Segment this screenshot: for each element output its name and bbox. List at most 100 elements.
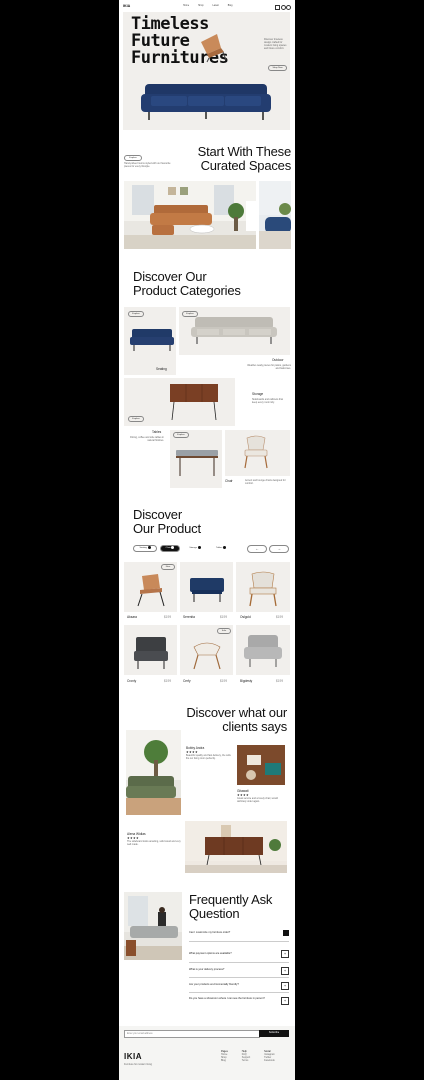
chair-image [244,435,268,469]
spaces-title-line-2: Curated Spaces [200,158,292,173]
product-image-aksara [137,574,165,607]
filter-chair-active[interactable]: Chair [160,545,180,552]
tables-bench-image [176,450,218,476]
cart-icon[interactable] [275,5,280,10]
nav-home[interactable]: Home [183,5,189,7]
category-card-outdoor[interactable]: Explore [179,307,290,355]
nav-latest[interactable]: Latest [213,5,219,7]
filter-seating-label: Seating [139,547,147,550]
subscribe-input[interactable]: Enter your email address [124,1030,260,1038]
faq-question: Are your products environmentally friend… [189,983,239,986]
plus-icon[interactable]: + [281,950,289,958]
product-card[interactable] [180,562,233,612]
spaces-tag[interactable]: Explore [124,155,142,161]
category-tables-label: Tables [152,430,162,434]
testimonial-image-sideboard [185,821,287,873]
faq-item[interactable]: Do you have a showroom where I can see t… [189,993,289,1011]
plus-icon[interactable]: + [281,982,289,990]
products-title-line-2: Our Product [133,521,201,536]
category-storage-desc: Sideboards and cabinets that keep every … [252,398,283,404]
product-card[interactable] [236,562,290,612]
prev-arrow-button[interactable]: ← [247,545,267,553]
category-outdoor-desc: Weather-ready pieces for patios, gardens… [247,364,291,370]
faq-toggle-icon-open[interactable] [283,930,289,936]
faq-image [124,892,182,960]
testimonial-2: Gitawati ★★★★ Great service and a lovely… [237,789,285,803]
product-filters: Seating Chair Storage Tables [133,545,232,552]
categories-title-line-1: Discover Our [133,269,207,284]
top-nav: Home Shop Latest Blog [183,5,232,7]
brand-logo[interactable]: IKIA [123,4,130,8]
hero-blurb: Discover timeless design crafted for mod… [264,38,287,50]
product-name: Serenita [183,615,195,619]
product-card[interactable]: New [124,562,177,612]
category-seating-label: Seating [156,367,167,371]
product-price: $199 [164,615,172,619]
faq-item[interactable]: Can I customize my furniture order? [189,929,289,942]
category-storage-label: Storage [252,392,264,396]
search-icon[interactable] [286,5,291,10]
plus-icon[interactable]: + [281,967,289,975]
filter-storage[interactable]: Storage [183,545,207,552]
category-chair-desc: Accent and lounge chairs designed for co… [245,479,286,485]
category-chair-label: Chair [225,479,233,483]
spaces-title: Start With These Curated Spaces [185,144,292,173]
filter-dot [147,546,151,549]
product-name: Aksara [127,615,137,619]
filter-chair-label: Chair [165,547,171,550]
filter-dot [222,546,226,549]
chair-room-image [259,181,291,249]
product-card[interactable] [124,625,177,675]
category-seating-tag[interactable]: Explore [128,311,144,317]
product-price: $199 [220,615,228,619]
testimonial-text: Great service and a lovely chair, would … [237,797,278,803]
product-image-cronly [134,637,168,669]
category-card-chair[interactable] [225,430,290,476]
product-card[interactable]: Sale [180,625,233,675]
faq-item[interactable]: What payment options are available? + [189,946,289,963]
category-card-tables[interactable]: Explore [170,430,222,488]
hero-cta-button[interactable]: Shop Now [268,65,287,71]
faq-question: What payment options are available? [189,952,232,955]
filter-dot [197,546,201,549]
product-badge: Sale [217,628,231,634]
testimonials-title-line-1: Discover what our [186,705,287,720]
category-tables-tag[interactable]: Explore [173,432,189,438]
footer-link[interactable]: Terms [242,1059,250,1062]
seating-sofa-image [130,329,174,351]
faq-title-line-2: Question [189,906,240,921]
faq-question: Do you have a showroom where I can see t… [189,997,265,1000]
faq-question: What is your delivery process? [189,968,225,971]
testimonial-1: Bobby Andra ★★★★ Beautiful quality and f… [186,746,234,760]
category-card-storage[interactable]: Explore [124,378,235,426]
nav-shop[interactable]: Shop [198,5,203,7]
filter-tables[interactable]: Tables [210,545,232,552]
spaces-title-line-1: Start With These [197,144,292,159]
category-storage-tag[interactable]: Explore [128,416,144,422]
plus-icon[interactable]: + [281,997,289,1005]
product-image-serenita [190,578,224,602]
nav-blog[interactable]: Blog [228,5,233,7]
products-title: Discover Our Product [133,508,283,536]
filter-storage-label: Storage [189,547,198,550]
product-name: Bigdesty [240,679,253,683]
product-card[interactable] [236,625,290,675]
footer-link[interactable]: Facebook [264,1059,275,1062]
footer: Enter your email address Subscribe IKIA … [119,1026,295,1080]
hero-chair-image [201,34,227,63]
hero-sofa-image [141,84,271,120]
next-arrow-button[interactable]: → [269,545,289,553]
subscribe-button[interactable]: Subscribe [259,1030,289,1037]
product-price: $199 [220,679,228,683]
testimonial-text: The sideboard looks amazing, solid wood … [127,840,181,846]
living-room-image [124,181,256,249]
faq-item[interactable]: What is your delivery process? + [189,963,289,978]
faq-list: Can I customize my furniture order? What… [189,929,289,1011]
product-name: Oslgold [240,615,251,619]
category-card-seating[interactable]: Explore Seating [124,307,176,375]
filter-seating[interactable]: Seating [133,545,157,552]
faq-item[interactable]: Are your products environmentally friend… [189,978,289,993]
spaces-blurb: Hand-picked rooms styled with our favour… [124,162,171,168]
footer-link[interactable]: Blog [221,1059,228,1062]
footer-col-pages: Pages Home Shop Blog [221,1050,228,1062]
